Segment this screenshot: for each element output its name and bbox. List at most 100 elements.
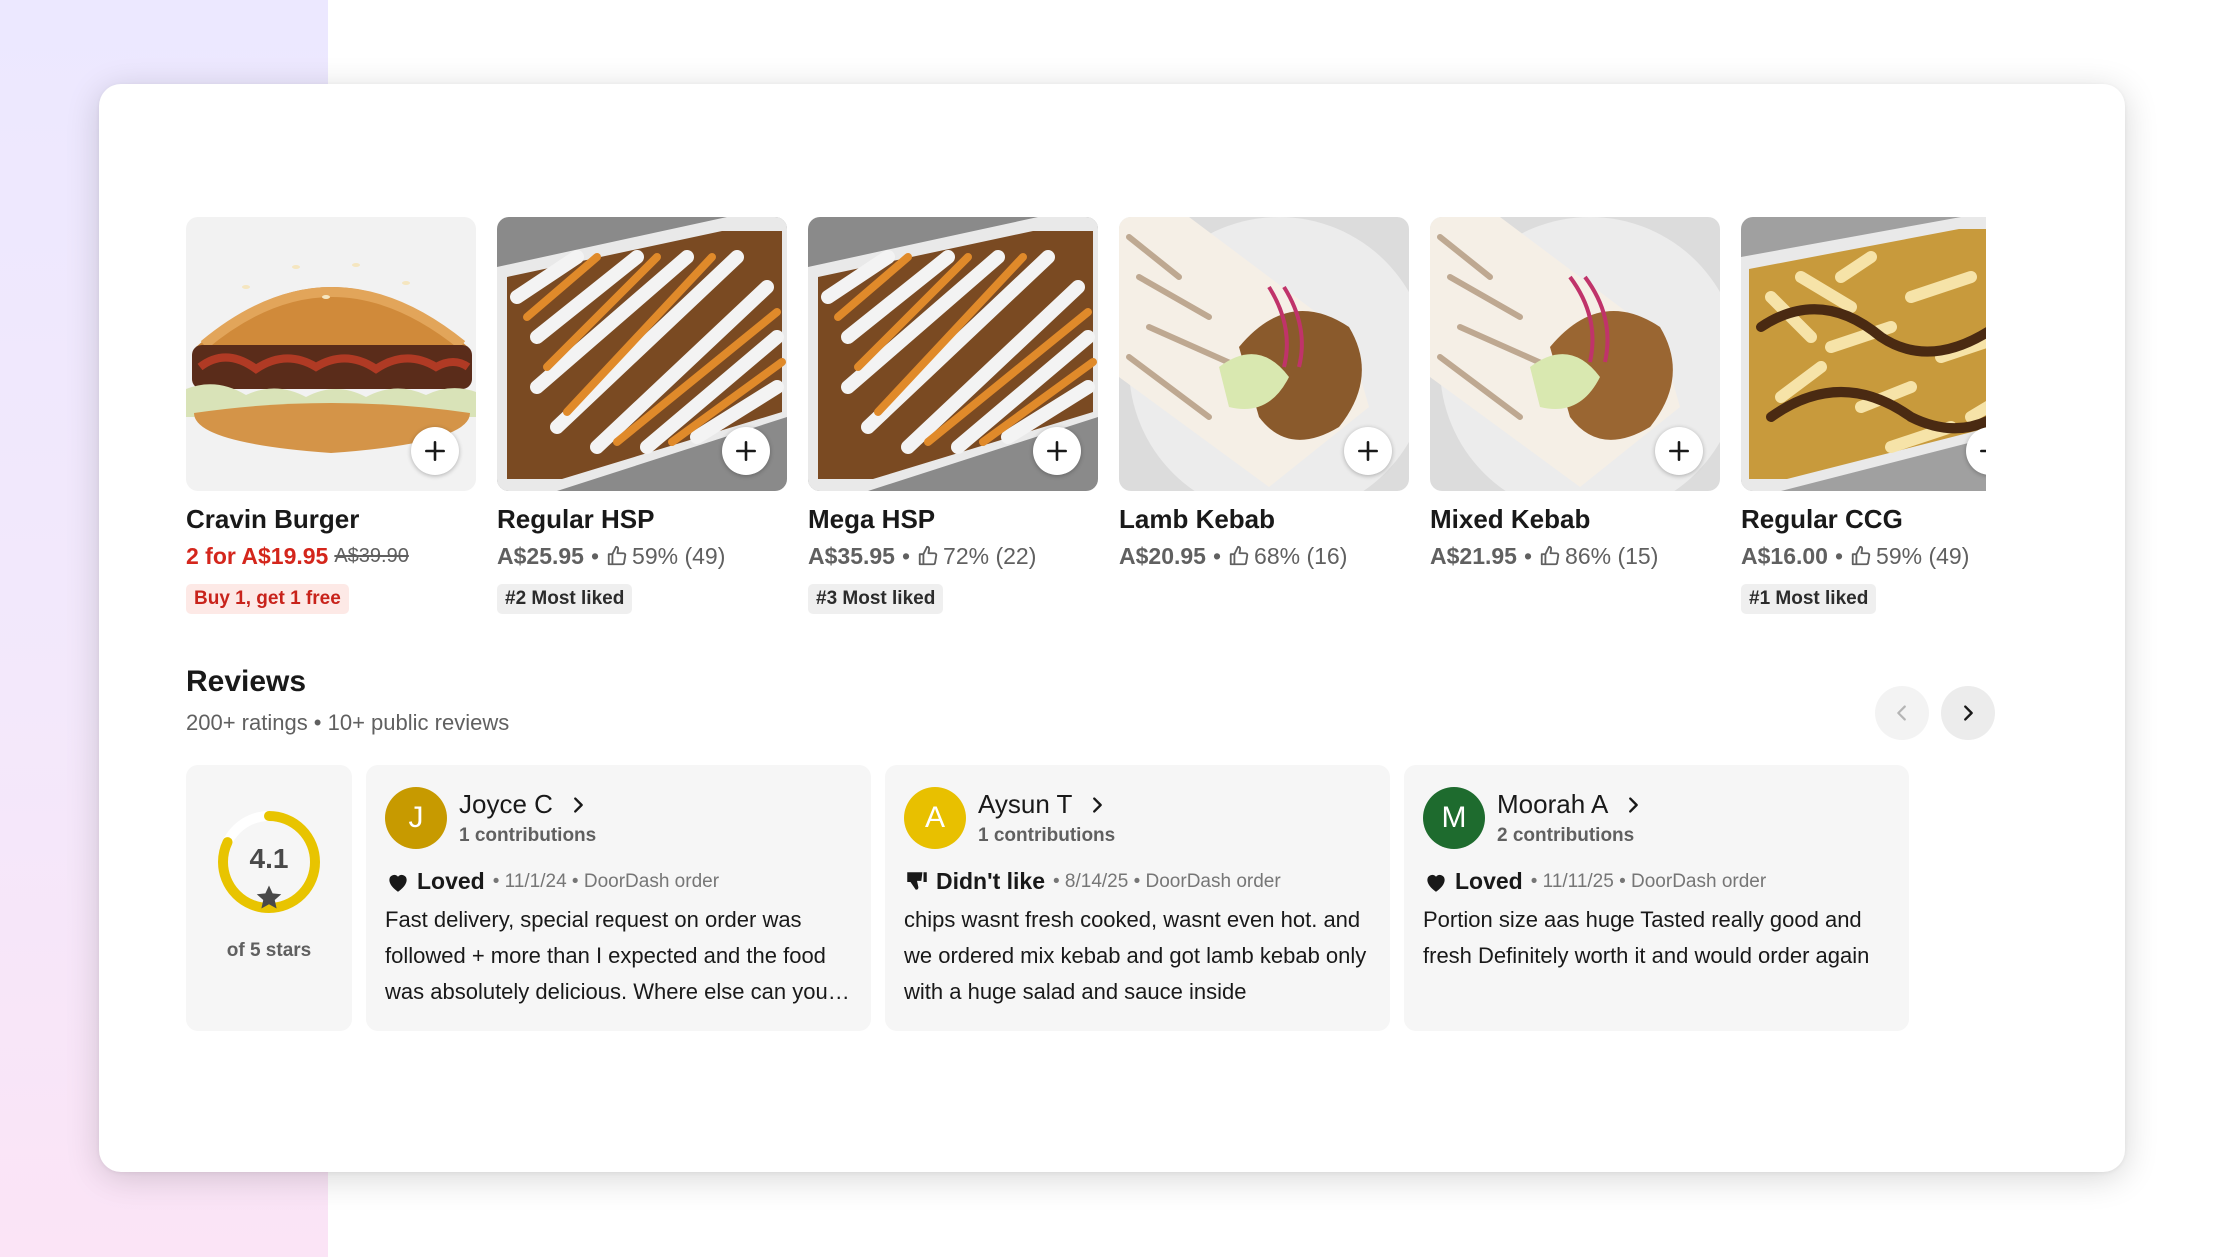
- reviewer-contributions: 1 contributions: [459, 825, 597, 846]
- thumbs-up-icon: [1850, 545, 1872, 567]
- menu-item[interactable]: Mega HSP A$35.95 • 72% (22) #3 Most like…: [808, 217, 1098, 614]
- add-to-cart-button[interactable]: [1655, 427, 1703, 475]
- menu-item-price-row: A$16.00 • 59% (49): [1741, 540, 1986, 572]
- menu-item-name: Cravin Burger: [186, 504, 360, 534]
- like-rating: 86% (15): [1565, 543, 1659, 569]
- plus-icon: [1358, 441, 1378, 461]
- like-rating: 59% (49): [1876, 543, 1970, 569]
- thumbs-up-icon: [1539, 545, 1561, 567]
- original-price: A$39.90: [334, 545, 409, 567]
- thumbs-up-icon: [1228, 545, 1250, 567]
- star-icon: [256, 885, 282, 909]
- menu-item-name: Mega HSP: [808, 504, 936, 534]
- menu-item-image: [186, 217, 476, 491]
- chevron-left-icon: [1897, 705, 1906, 721]
- menu-item-image: [808, 217, 1098, 491]
- plus-icon: [1047, 441, 1067, 461]
- rating-scale-label: of 5 stars: [226, 940, 312, 961]
- add-to-cart-button[interactable]: [411, 427, 459, 475]
- chevron-right-icon: [1964, 705, 1973, 721]
- menu-item[interactable]: Lamb Kebab A$20.95 • 68% (16): [1119, 217, 1409, 572]
- rank-badge: #1 Most liked: [1741, 584, 1877, 614]
- menu-item-price-row: A$20.95 • 68% (16): [1119, 540, 1409, 572]
- menu-item-name: Regular CCG: [1741, 504, 1903, 534]
- review-verdict-row: Didn't like • 8/14/25 • DoorDash order: [904, 868, 1281, 895]
- chevron-right-icon: [573, 796, 583, 813]
- review-card[interactable]: J Joyce C 1 contributions Loved • 11/1/2…: [366, 765, 871, 1031]
- review-card[interactable]: M Moorah A 2 contributions Loved • 11/11…: [1404, 765, 1909, 1031]
- like-rating: 72% (22): [943, 543, 1037, 569]
- menu-item-price-row: A$25.95 • 59% (49): [497, 540, 787, 572]
- menu-item[interactable]: Regular HSP A$25.95 • 59% (49) #2 Most l…: [497, 217, 787, 614]
- thumbs-up-icon: [917, 545, 939, 567]
- menu-item[interactable]: Regular CCG A$16.00 • 59% (49) #1 Most l…: [1741, 217, 1986, 614]
- review-text: Fast delivery, special request on order …: [385, 907, 828, 1004]
- reviewer-contributions: 2 contributions: [1497, 825, 1635, 846]
- reviews-summary: 200+ ratings • 10+ public reviews: [186, 710, 510, 735]
- plus-icon: [736, 441, 756, 461]
- price: A$20.95: [1119, 543, 1206, 569]
- menu-item-image: [1741, 217, 1986, 491]
- review-text: Portion size aas huge Tasted really good…: [1423, 907, 1870, 968]
- reviewer-name-link[interactable]: Joyce C: [459, 789, 589, 820]
- review-verdict: Didn't like: [936, 868, 1045, 894]
- rating-value: 4.1: [249, 843, 289, 874]
- promo-badge: Buy 1, get 1 free: [186, 584, 349, 614]
- reviewer-name: Moorah A: [1497, 789, 1609, 819]
- rank-badge: #2 Most liked: [497, 584, 633, 614]
- menu-item-price-row: 2 for A$19.95 A$39.90: [186, 540, 476, 572]
- reviewer-name-link[interactable]: Moorah A: [1497, 789, 1644, 820]
- menu-item-price-row: A$35.95 • 72% (22): [808, 540, 1098, 572]
- reviewer-name-link[interactable]: Aysun T: [978, 789, 1108, 820]
- menu-item-image: [1119, 217, 1409, 491]
- like-rating: 68% (16): [1254, 543, 1348, 569]
- menu-item-name: Regular HSP: [497, 504, 655, 534]
- menu-item-price-row: A$21.95 • 86% (15): [1430, 540, 1720, 572]
- price: A$21.95: [1430, 543, 1517, 569]
- menu-item-image: [1430, 217, 1720, 491]
- review-meta: • 8/14/25 • DoorDash order: [1052, 870, 1281, 892]
- heart-icon: [1423, 869, 1449, 895]
- plus-icon: [1980, 449, 1986, 453]
- heart-icon: [385, 869, 411, 895]
- review-verdict: Loved: [1455, 868, 1523, 894]
- review-verdict-row: Loved • 11/1/24 • DoorDash order: [385, 868, 719, 895]
- reviews-next-button[interactable]: [1941, 686, 1995, 740]
- menu-item-image: [497, 217, 787, 491]
- review-verdict: Loved: [417, 868, 485, 894]
- menu-item-name: Mixed Kebab: [1430, 504, 1591, 534]
- thumbs-up-icon: [606, 545, 628, 567]
- menu-item[interactable]: Cravin Burger 2 for A$19.95 A$39.90 Buy …: [186, 217, 476, 614]
- add-to-cart-button[interactable]: [1344, 427, 1392, 475]
- review-text: chips wasnt fresh cooked, wasnt even hot…: [904, 907, 1367, 1004]
- price: A$16.00: [1741, 543, 1828, 569]
- avatar[interactable]: J: [385, 787, 447, 849]
- menu-item[interactable]: Mixed Kebab A$21.95 • 86% (15): [1430, 217, 1720, 572]
- review-meta: • 11/1/24 • DoorDash order: [492, 870, 720, 892]
- like-rating: 59% (49): [632, 543, 726, 569]
- avatar[interactable]: M: [1423, 787, 1485, 849]
- menu-items-carousel: Cravin Burger 2 for A$19.95 A$39.90 Buy …: [186, 217, 1986, 637]
- rank-badge: #3 Most liked: [808, 584, 944, 614]
- plus-icon: [1669, 441, 1689, 461]
- review-meta: • 11/11/25 • DoorDash order: [1530, 870, 1767, 892]
- review-verdict-row: Loved • 11/11/25 • DoorDash order: [1423, 868, 1766, 895]
- chevron-right-icon: [1093, 796, 1103, 813]
- price: A$25.95: [497, 543, 584, 569]
- reviewer-name: Aysun T: [978, 789, 1073, 819]
- deal-price: 2 for A$19.95: [186, 543, 329, 569]
- thumbs-down-icon: [904, 869, 930, 895]
- chevron-right-icon: [1629, 796, 1639, 813]
- plus-icon: [425, 441, 445, 461]
- reviewer-name: Joyce C: [459, 789, 553, 819]
- reviewer-contributions: 1 contributions: [978, 825, 1116, 846]
- menu-item-name: Lamb Kebab: [1119, 504, 1276, 534]
- avatar[interactable]: A: [904, 787, 966, 849]
- add-to-cart-button[interactable]: [722, 427, 770, 475]
- rating-summary: 4.1 of 5 stars: [186, 765, 352, 1031]
- price: A$35.95: [808, 543, 895, 569]
- review-card[interactable]: A Aysun T 1 contributions Didn't like • …: [885, 765, 1390, 1031]
- add-to-cart-button[interactable]: [1033, 427, 1081, 475]
- reviews-previous-button[interactable]: [1875, 686, 1929, 740]
- reviews-heading: Reviews: [186, 665, 307, 698]
